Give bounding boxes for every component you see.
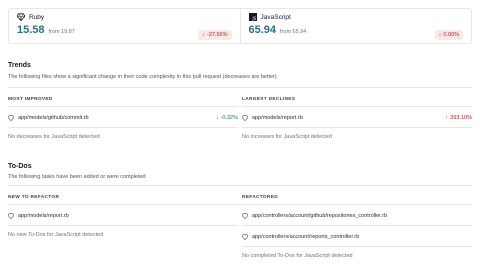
column-divider: [242, 204, 472, 205]
new-to-refactor-header: NEW TO REFACTOR: [8, 195, 60, 200]
file-path: app/controllers/account/github/repositor…: [252, 212, 388, 219]
trends-description: The following files show a significant c…: [8, 74, 277, 80]
complexity-change-value: -0.32%: [220, 114, 238, 121]
file-path: app/models/github/commit.rb: [18, 114, 89, 121]
trends-title: Trends: [8, 62, 31, 69]
refactored-column: REFACTORED app/controllers/account/githu…: [242, 195, 472, 259]
empty-state: No new To-Dos for JavaScript detected: [8, 232, 104, 238]
section-divider: [8, 185, 472, 186]
column-divider: [242, 225, 472, 226]
ruby-gem-icon: [17, 13, 25, 21]
arrow-down-icon: ↓: [438, 32, 442, 38]
refactored-header: REFACTORED: [242, 195, 278, 200]
ruby-gem-icon: [8, 114, 14, 121]
ruby-score: 15.58: [17, 24, 45, 36]
column-divider: [8, 127, 238, 128]
javascript-previous-score: from 65.94: [280, 29, 307, 35]
column-divider: [8, 204, 238, 205]
largest-declines-header: LARGEST DECLINES: [242, 97, 296, 102]
section-divider: [8, 87, 472, 88]
empty-state: No increases for JavaScript detected: [242, 134, 332, 140]
column-divider: [8, 106, 238, 107]
column-divider: [8, 225, 238, 226]
file-path: app/models/report.rb: [252, 114, 303, 121]
javascript-score: 65.94: [248, 24, 277, 36]
javascript-card: JS JavaScript 65.94 from 65.94 ↓ 0.00%: [239, 9, 472, 43]
ruby-gem-icon: [242, 233, 248, 240]
arrow-down-icon: ↓: [202, 32, 205, 38]
javascript-change-badge: ↓ 0.00%: [434, 30, 463, 40]
complexity-change: ↓ -0.32%: [216, 115, 238, 121]
arrow-down-icon: ↓: [215, 114, 219, 121]
ruby-change-value: -27.56%: [207, 32, 228, 38]
most-improved-column: MOST IMPROVED app/models/github/commit.r…: [8, 97, 238, 140]
file-path: app/controllers/account/reports_controll…: [252, 233, 360, 240]
svg-text:JS: JS: [251, 16, 256, 21]
empty-state: No decreases for JavaScript detected: [8, 134, 100, 140]
empty-state: No completed To-Dos for JavaScript detec…: [242, 253, 353, 259]
javascript-label: JavaScript: [260, 13, 291, 21]
todo-row[interactable]: app/controllers/account/reports_controll…: [242, 232, 472, 241]
complexity-change-value: 393.10%: [450, 114, 472, 121]
ruby-card: Ruby 15.58 from 19.87 ↓ -27.56%: [9, 9, 240, 43]
todo-row[interactable]: app/models/report.rb: [8, 211, 238, 220]
column-divider: [242, 246, 472, 247]
ruby-change-badge: ↓ -27.56%: [198, 30, 232, 40]
ruby-previous-score: from 19.87: [48, 29, 75, 35]
summary-cards: Ruby 15.58 from 19.87 ↓ -27.56% JS JavaS…: [8, 8, 472, 44]
largest-declines-column: LARGEST DECLINES app/models/report.rb ↑ …: [242, 97, 472, 140]
arrow-up-icon: ↑: [445, 114, 449, 121]
ruby-gem-icon: [242, 212, 248, 219]
javascript-logo-icon: JS: [248, 13, 257, 21]
ruby-gem-icon: [242, 114, 248, 121]
javascript-change-value: 0.00%: [443, 32, 459, 38]
file-path: app/models/report.rb: [18, 212, 69, 219]
column-divider: [242, 127, 472, 128]
most-improved-row[interactable]: app/models/github/commit.rb ↓ -0.32%: [8, 113, 238, 122]
todos-description: The following tasks have been added or w…: [8, 174, 146, 180]
ruby-label: Ruby: [29, 13, 45, 21]
todo-row[interactable]: app/controllers/account/github/repositor…: [242, 211, 472, 220]
new-to-refactor-column: NEW TO REFACTOR app/models/report.rb No …: [8, 195, 238, 238]
todos-title: To-Dos: [8, 163, 32, 170]
ruby-gem-icon: [8, 212, 14, 219]
column-divider: [242, 106, 472, 107]
complexity-change: ↑ 393.10%: [446, 115, 472, 121]
largest-declines-row[interactable]: app/models/report.rb ↑ 393.10%: [242, 113, 472, 122]
most-improved-header: MOST IMPROVED: [8, 97, 53, 102]
